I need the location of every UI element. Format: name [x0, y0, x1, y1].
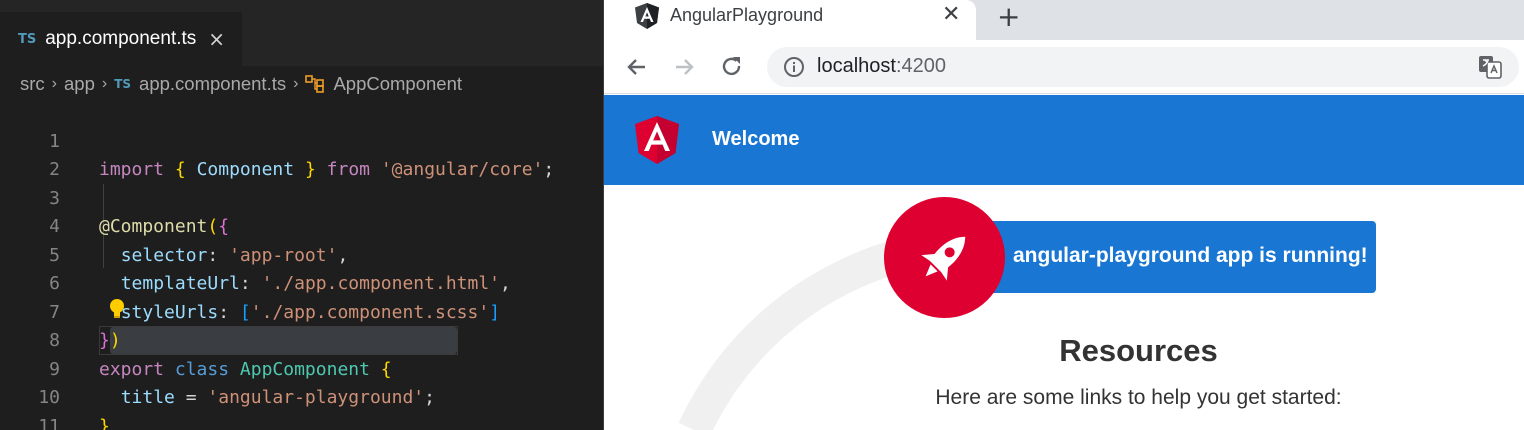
- code-line: 9 title = 'angular-playground';: [0, 327, 604, 409]
- browser-toolbar: localhost:4200: [604, 40, 1524, 94]
- editor-tab-bar: TS app.component.ts ×: [0, 12, 604, 66]
- chevron-right-icon: ›: [101, 75, 108, 92]
- code-token: }: [99, 415, 110, 430]
- code-line: 4 selector: 'app-root',: [0, 185, 604, 266]
- breadcrumb-symbol[interactable]: AppComponent: [333, 73, 462, 95]
- breadcrumb-app[interactable]: app: [64, 73, 95, 95]
- angular-logo-icon: [634, 2, 660, 35]
- reload-icon[interactable]: [719, 54, 745, 80]
- code-line: 1 import { Component } from '@angular/co…: [0, 99, 604, 181]
- angular-logo-icon: [634, 115, 680, 170]
- editor-tab-app-component[interactable]: TS app.component.ts ×: [0, 12, 242, 66]
- lightbulb-icon[interactable]: [108, 298, 126, 320]
- breadcrumb: src › app › TS app.component.ts › AppCom…: [20, 70, 462, 98]
- code-area[interactable]: 1 import { Component } from '@angular/co…: [0, 99, 604, 430]
- close-tab-icon[interactable]: ×: [208, 27, 225, 51]
- chevron-right-icon: ›: [293, 75, 299, 92]
- new-tab-button[interactable]: +: [997, 0, 1020, 33]
- rocket-icon: [910, 224, 978, 297]
- code-line: 5 templateUrl: './app.component.html',: [0, 213, 604, 295]
- line-number: 11: [38, 415, 60, 430]
- code-editor: TS app.component.ts × src › app › TS app…: [0, 0, 604, 430]
- code-line: 8 export class AppComponent {: [0, 299, 604, 380]
- code-line: 3 @Component({: [0, 156, 604, 238]
- app-toolbar-title: Welcome: [712, 128, 800, 150]
- close-icon[interactable]: ✕: [942, 2, 960, 27]
- code-line: 6 styleUrls: ['./app.component.scss']: [0, 242, 604, 323]
- info-icon[interactable]: [783, 56, 805, 83]
- browser-tab-title: AngularPlayground: [670, 5, 824, 25]
- code-line: 10 }: [0, 356, 604, 430]
- editor-tab-label: app.component.ts: [45, 28, 197, 49]
- translate-icon[interactable]: [1478, 55, 1502, 84]
- resources-subtitle: Here are some links to help you get star…: [935, 386, 1342, 409]
- code-line: 7 }): [0, 270, 604, 352]
- editor-title-strip: [0, 0, 604, 12]
- address-port: :4200: [895, 55, 946, 77]
- typescript-icon: TS: [114, 77, 132, 91]
- code-line: 11: [0, 384, 604, 430]
- arrow-right-icon[interactable]: [671, 54, 697, 80]
- browser-window: AngularPlayground ✕ + localhost:4200 Wel…: [604, 0, 1524, 430]
- chevron-right-icon: ›: [51, 75, 57, 92]
- class-symbol-icon: [305, 75, 325, 93]
- breadcrumb-src[interactable]: src: [20, 73, 45, 95]
- browser-tab[interactable]: AngularPlayground ✕: [604, 0, 976, 40]
- arrow-left-icon[interactable]: [624, 54, 650, 80]
- address-host: localhost: [817, 55, 896, 77]
- resources-heading: Resources: [1059, 333, 1218, 368]
- code-line: 2: [0, 128, 604, 180]
- app-running-message: angular-playground app is running!: [1013, 244, 1368, 267]
- address-bar[interactable]: localhost:4200: [767, 47, 1519, 87]
- typescript-icon: TS: [18, 31, 37, 47]
- breadcrumb-file[interactable]: app.component.ts: [139, 73, 286, 95]
- app-toolbar: Welcome: [604, 95, 1524, 185]
- browser-tab-strip: AngularPlayground ✕ +: [604, 0, 1524, 40]
- address-url[interactable]: localhost:4200: [817, 55, 946, 78]
